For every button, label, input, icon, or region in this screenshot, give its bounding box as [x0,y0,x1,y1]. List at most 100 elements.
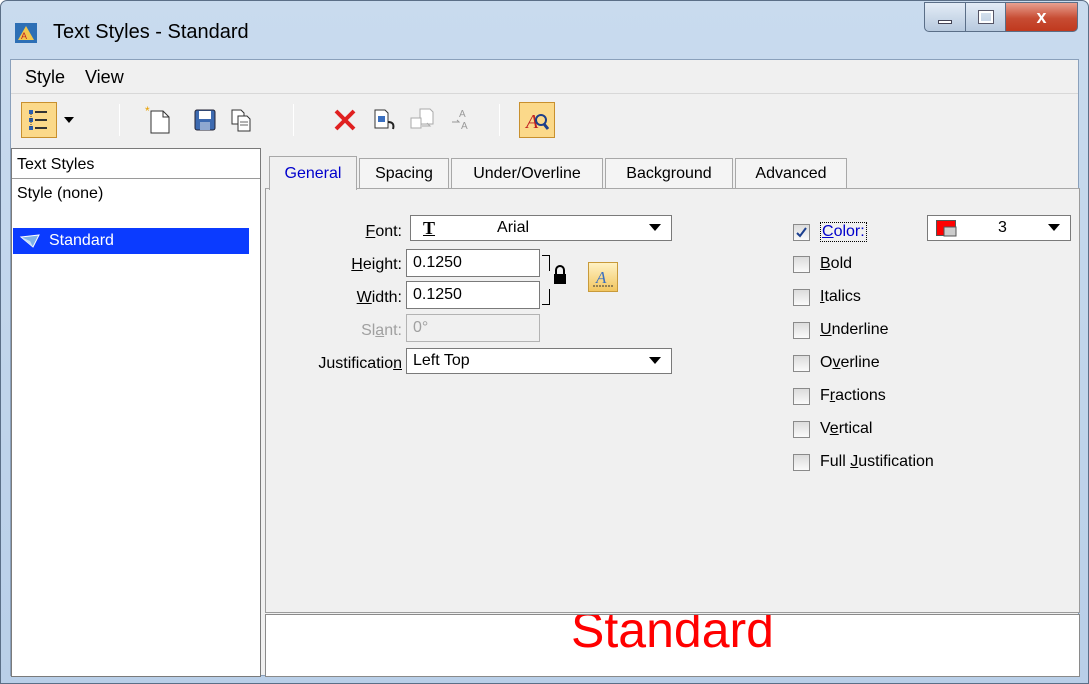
maximize-button[interactable] [966,2,1006,32]
truetype-font-icon: T [423,217,436,238]
menu-style[interactable]: Style [25,67,65,88]
tab-spacing[interactable]: Spacing [359,158,449,189]
width-label: Width: [356,289,402,306]
text-styles-list-pane: Text Styles Style (none) Standard [11,148,261,677]
update-style-button[interactable]: A A [445,102,481,138]
checkmark-icon [796,226,807,238]
tab-general[interactable]: General [269,156,357,190]
fractions-label: Fractions [820,387,886,404]
lock-icon[interactable] [553,265,567,285]
maximize-icon [977,10,994,24]
width-input[interactable]: 0.1250 [406,281,540,309]
copy-style-button[interactable] [223,102,259,138]
color-swatch [936,220,957,237]
window-title: Text Styles - Standard [53,21,249,43]
preview-toggle-icon: A [524,111,550,133]
toolbar-separator [499,104,500,136]
import-icon [374,109,395,130]
toolbar-separator [293,104,294,136]
title-bar[interactable]: A Text Styles - Standard x [1,1,1088,59]
save-style-button[interactable] [187,102,223,138]
list-view-icon [29,110,47,130]
chevron-down-icon [1048,224,1060,231]
color-value: 3 [998,219,1007,236]
chevron-down-icon [649,224,661,231]
text-styles-window: A Text Styles - Standard x Style View * … [0,0,1089,684]
overline-checkbox-row[interactable]: Overline [793,354,880,372]
overline-checkbox[interactable] [793,354,810,372]
bold-checkbox-row[interactable]: Bold [793,255,852,273]
full-justification-label: Full Justification [820,453,934,470]
tab-background[interactable]: Background [605,158,733,189]
new-style-icon: * [145,105,170,134]
svg-text:A: A [595,268,607,287]
aspect-bracket [542,289,550,305]
list-view-dropdown[interactable] [59,102,79,138]
underline-label: Underline [820,321,889,338]
close-icon: x [1036,6,1047,27]
minimize-button[interactable] [924,2,966,32]
preview-toggle-button[interactable]: A [519,102,555,138]
color-book-icon [943,226,957,237]
list-divider [18,217,254,218]
menu-view[interactable]: View [85,67,124,88]
color-checkbox[interactable] [793,223,810,241]
list-view-button[interactable] [21,102,57,138]
color-checkbox-label: Color: [820,222,867,242]
delete-style-button[interactable] [327,102,363,138]
fractions-checkbox-row[interactable]: Fractions [793,387,886,405]
justification-label: Justification [318,355,402,372]
font-value: Arial [497,219,530,236]
italics-checkbox[interactable] [793,288,810,306]
list-item-standard[interactable]: Standard [13,228,249,254]
italics-label: Italics [820,288,861,305]
style-preview-pane: Standard [265,614,1080,677]
fractions-checkbox[interactable] [793,387,810,405]
text-style-icon [19,234,40,248]
vertical-checkbox-row[interactable]: Vertical [793,420,872,438]
window-client-area: Style View * A A A Text Styles Style (no… [10,59,1080,677]
color-combobox[interactable]: 3 [927,215,1071,241]
overline-label: Overline [820,354,880,371]
font-label: Font: [365,223,402,240]
slant-label: Slant: [361,322,402,339]
new-style-button[interactable]: * [141,102,177,138]
underline-checkbox-row[interactable]: Underline [793,321,889,339]
slant-input[interactable]: 0° [406,314,540,342]
minimize-icon [938,20,952,24]
italics-checkbox-row[interactable]: Italics [793,288,861,306]
update-icon: A A [452,109,468,132]
vertical-checkbox[interactable] [793,420,810,438]
preview-text: Standard [571,614,774,658]
import-style-button[interactable] [367,102,403,138]
color-checkbox-row[interactable]: Color: [793,222,867,242]
height-label: Height: [351,256,402,273]
list-item-style-none[interactable]: Style (none) [12,179,260,215]
match-text-size-button[interactable]: A [588,262,618,292]
copy-icon [231,109,251,132]
aspect-bracket [542,255,550,271]
height-input[interactable]: 0.1250 [406,249,540,277]
vertical-label: Vertical [820,420,873,437]
menu-bar: Style View [11,60,1078,94]
svg-text:*: * [145,105,150,118]
close-button[interactable]: x [1006,2,1078,32]
underline-checkbox[interactable] [793,321,810,339]
full-justification-checkbox-row[interactable]: Full Justification [793,453,934,471]
font-combobox[interactable]: T Arial [410,215,672,241]
match-size-icon: A [593,268,613,287]
chevron-down-icon [649,357,661,364]
svg-text:A: A [461,121,468,132]
export-style-button[interactable] [405,102,441,138]
justification-combobox[interactable]: Left Top [406,348,672,374]
full-justification-checkbox[interactable] [793,453,810,471]
tab-advanced[interactable]: Advanced [735,158,847,189]
list-header[interactable]: Text Styles [12,149,260,179]
export-icon [410,108,434,129]
tab-under-overline[interactable]: Under/Overline [451,158,603,189]
svg-text:A: A [459,109,466,120]
delete-icon [334,109,356,131]
toolbar: * A A A [11,96,1078,144]
bold-checkbox[interactable] [793,255,810,273]
dropdown-arrow-icon [64,117,74,123]
